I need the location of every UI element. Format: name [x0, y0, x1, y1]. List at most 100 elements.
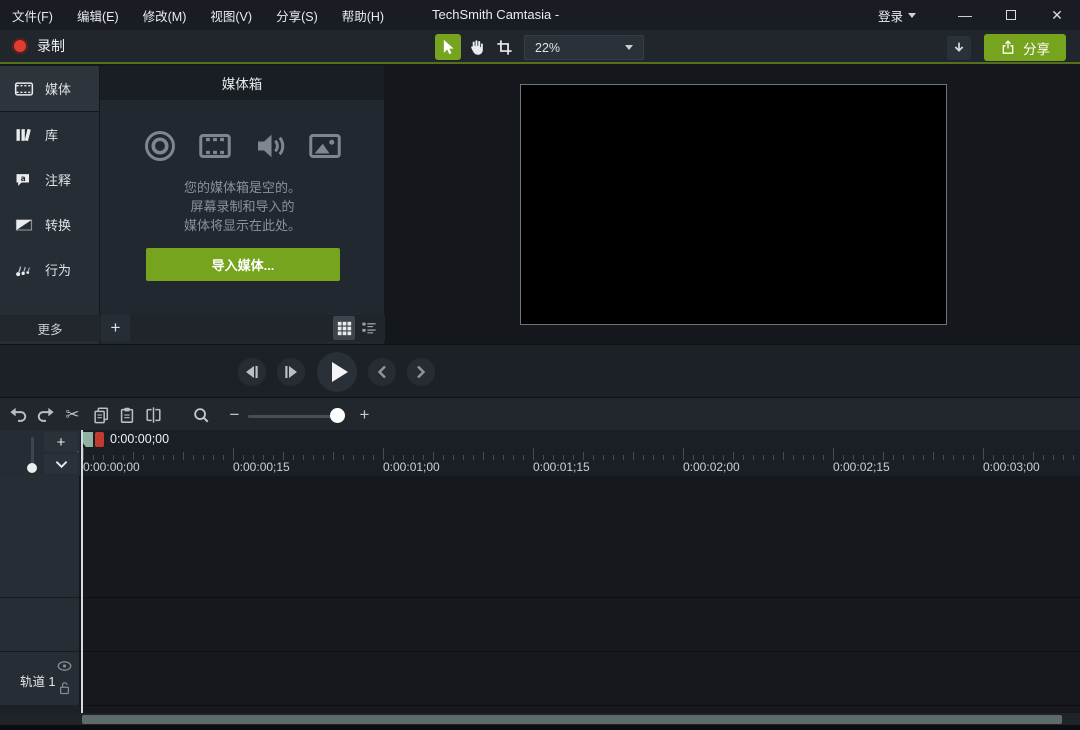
crop-tool-button[interactable]	[491, 34, 517, 60]
grid-view-button[interactable]	[333, 316, 355, 340]
split-icon	[146, 406, 161, 423]
playhead-line[interactable]	[81, 430, 83, 713]
scrollbar-thumb[interactable]	[82, 715, 1062, 724]
list-view-button[interactable]	[358, 316, 380, 340]
add-media-button[interactable]: +	[101, 315, 130, 341]
menu-view[interactable]: 视图(V)	[210, 6, 252, 25]
chevron-right-icon	[417, 365, 426, 379]
timeline-toolbar: ✂ − +	[0, 397, 1080, 430]
timeline-zoom-button[interactable]	[188, 402, 213, 427]
redo-button[interactable]	[33, 402, 58, 427]
sidebar-item-annotations[interactable]: a 注释	[0, 157, 99, 202]
library-icon	[16, 128, 31, 141]
jump-forward-button[interactable]	[407, 358, 435, 386]
next-frame-button[interactable]	[277, 358, 305, 386]
track-height-slider-knob[interactable]	[27, 463, 37, 473]
ruler-labels: 0:00:00;00 0:00:00;15 0:00:01;00 0:00:01…	[80, 460, 1080, 476]
menu-edit[interactable]: 编辑(E)	[77, 6, 119, 25]
cut-button[interactable]: ✂	[60, 402, 85, 427]
video-canvas[interactable]	[520, 84, 947, 325]
record-icon	[12, 38, 28, 54]
timeline-zoom-in-button[interactable]: +	[352, 402, 377, 427]
share-button[interactable]: 分享	[984, 34, 1066, 61]
playhead-out-marker[interactable]	[95, 432, 104, 447]
play-icon	[331, 362, 348, 382]
timeline-zoom-out-button[interactable]: −	[222, 402, 247, 427]
menu-share[interactable]: 分享(S)	[276, 6, 318, 25]
copy-button[interactable]	[88, 402, 113, 427]
window-bottom-edge	[0, 725, 1080, 730]
sidebar-item-media[interactable]: 媒体	[0, 66, 99, 112]
audio-icon	[258, 134, 285, 158]
select-tool-button[interactable]	[435, 34, 461, 60]
ruler-label: 0:00:00;00	[83, 460, 140, 474]
timeline-track-gutter: 轨道 1	[0, 476, 80, 713]
undo-button[interactable]	[6, 402, 31, 427]
menu-bar: 文件(F) 编辑(E) 修改(M) 视图(V) 分享(S) 帮助(H)	[0, 6, 384, 25]
behavior-icon	[16, 265, 30, 276]
annotation-icon: a	[16, 173, 29, 186]
track-options-button[interactable]	[44, 454, 78, 474]
minimize-button[interactable]: —	[942, 0, 988, 30]
grid-view-icon	[337, 321, 351, 335]
ruler-label: 0:00:01;00	[383, 460, 440, 474]
jump-back-button[interactable]	[368, 358, 396, 386]
track-lock-button[interactable]	[59, 681, 70, 695]
magnifier-icon	[193, 407, 208, 422]
canvas-stage[interactable]	[386, 66, 1080, 344]
record-button[interactable]: 录制	[12, 30, 65, 62]
menu-modify[interactable]: 修改(M)	[143, 6, 187, 25]
timeline-zoom-slider-knob[interactable]	[330, 408, 345, 423]
sidebar-item-behaviors[interactable]: 行为	[0, 247, 99, 292]
timeline-horizontal-scrollbar[interactable]	[0, 713, 1080, 725]
lock-icon	[59, 682, 70, 695]
maximize-button[interactable]	[988, 0, 1034, 30]
sidebar-item-transitions[interactable]: 转换	[0, 202, 99, 247]
timeline-tracks-area[interactable]	[80, 476, 1080, 713]
play-button[interactable]	[317, 352, 357, 392]
login-label: 登录	[877, 9, 903, 24]
previous-frame-button[interactable]	[238, 358, 266, 386]
ruler-label: 0:00:02;00	[683, 460, 740, 474]
share-icon	[1002, 40, 1014, 54]
timeline-ruler[interactable]: 0:00:00;00 0:00:00;00 0:00:00;15 0:00:01…	[80, 430, 1080, 476]
export-download-button[interactable]	[947, 36, 971, 60]
cursor-icon	[443, 39, 454, 55]
chevron-left-icon	[377, 365, 386, 379]
list-view-icon	[362, 322, 376, 333]
sidebar-more-button[interactable]: 更多	[0, 315, 100, 341]
canvas-zoom-dropdown[interactable]: 22%	[524, 35, 644, 60]
ruler-label: 0:00:02;15	[833, 460, 890, 474]
close-button[interactable]: ✕	[1034, 0, 1080, 30]
maximize-icon	[1006, 10, 1016, 20]
menu-help[interactable]: 帮助(H)	[342, 6, 384, 25]
track-name[interactable]: 轨道 1	[20, 671, 55, 690]
sidebar-item-label: 库	[45, 128, 59, 143]
track-divider	[80, 597, 1080, 598]
transition-icon	[15, 218, 33, 231]
canvas-zoom-value: 22%	[535, 40, 561, 55]
login-menu[interactable]: 登录	[878, 6, 916, 25]
sidebar-item-library[interactable]: 库	[0, 112, 99, 157]
add-track-button[interactable]: +	[44, 432, 78, 452]
split-button[interactable]	[141, 402, 166, 427]
media-bin-empty-text: 您的媒体箱是空的。 屏幕录制和导入的 媒体将显示在此处。	[183, 180, 301, 233]
chevron-down-icon	[908, 12, 916, 18]
playback-bar: 00:00 / 00:00 30 fps ⚙ 属性	[0, 344, 1080, 730]
copy-icon	[93, 406, 108, 423]
chevron-down-icon	[625, 45, 633, 50]
track-visibility-button[interactable]	[57, 661, 72, 671]
menu-file[interactable]: 文件(F)	[12, 6, 53, 25]
import-media-button[interactable]: 导入媒体...	[146, 248, 340, 281]
paste-button[interactable]	[114, 402, 139, 427]
undo-icon	[10, 407, 27, 422]
sidebar-item-label: 转换	[45, 218, 72, 233]
ruler-label: 0:00:03;00	[983, 460, 1040, 474]
media-bin-empty-icons	[100, 128, 385, 164]
playhead-in-marker[interactable]	[82, 432, 93, 447]
pan-tool-button[interactable]	[463, 34, 489, 60]
ruler-label: 0:00:01;15	[533, 460, 590, 474]
sidebar-item-label: 行为	[45, 263, 72, 278]
track-1-header[interactable]: 轨道 1	[0, 652, 80, 705]
gutter-bottom-strip	[0, 705, 80, 713]
